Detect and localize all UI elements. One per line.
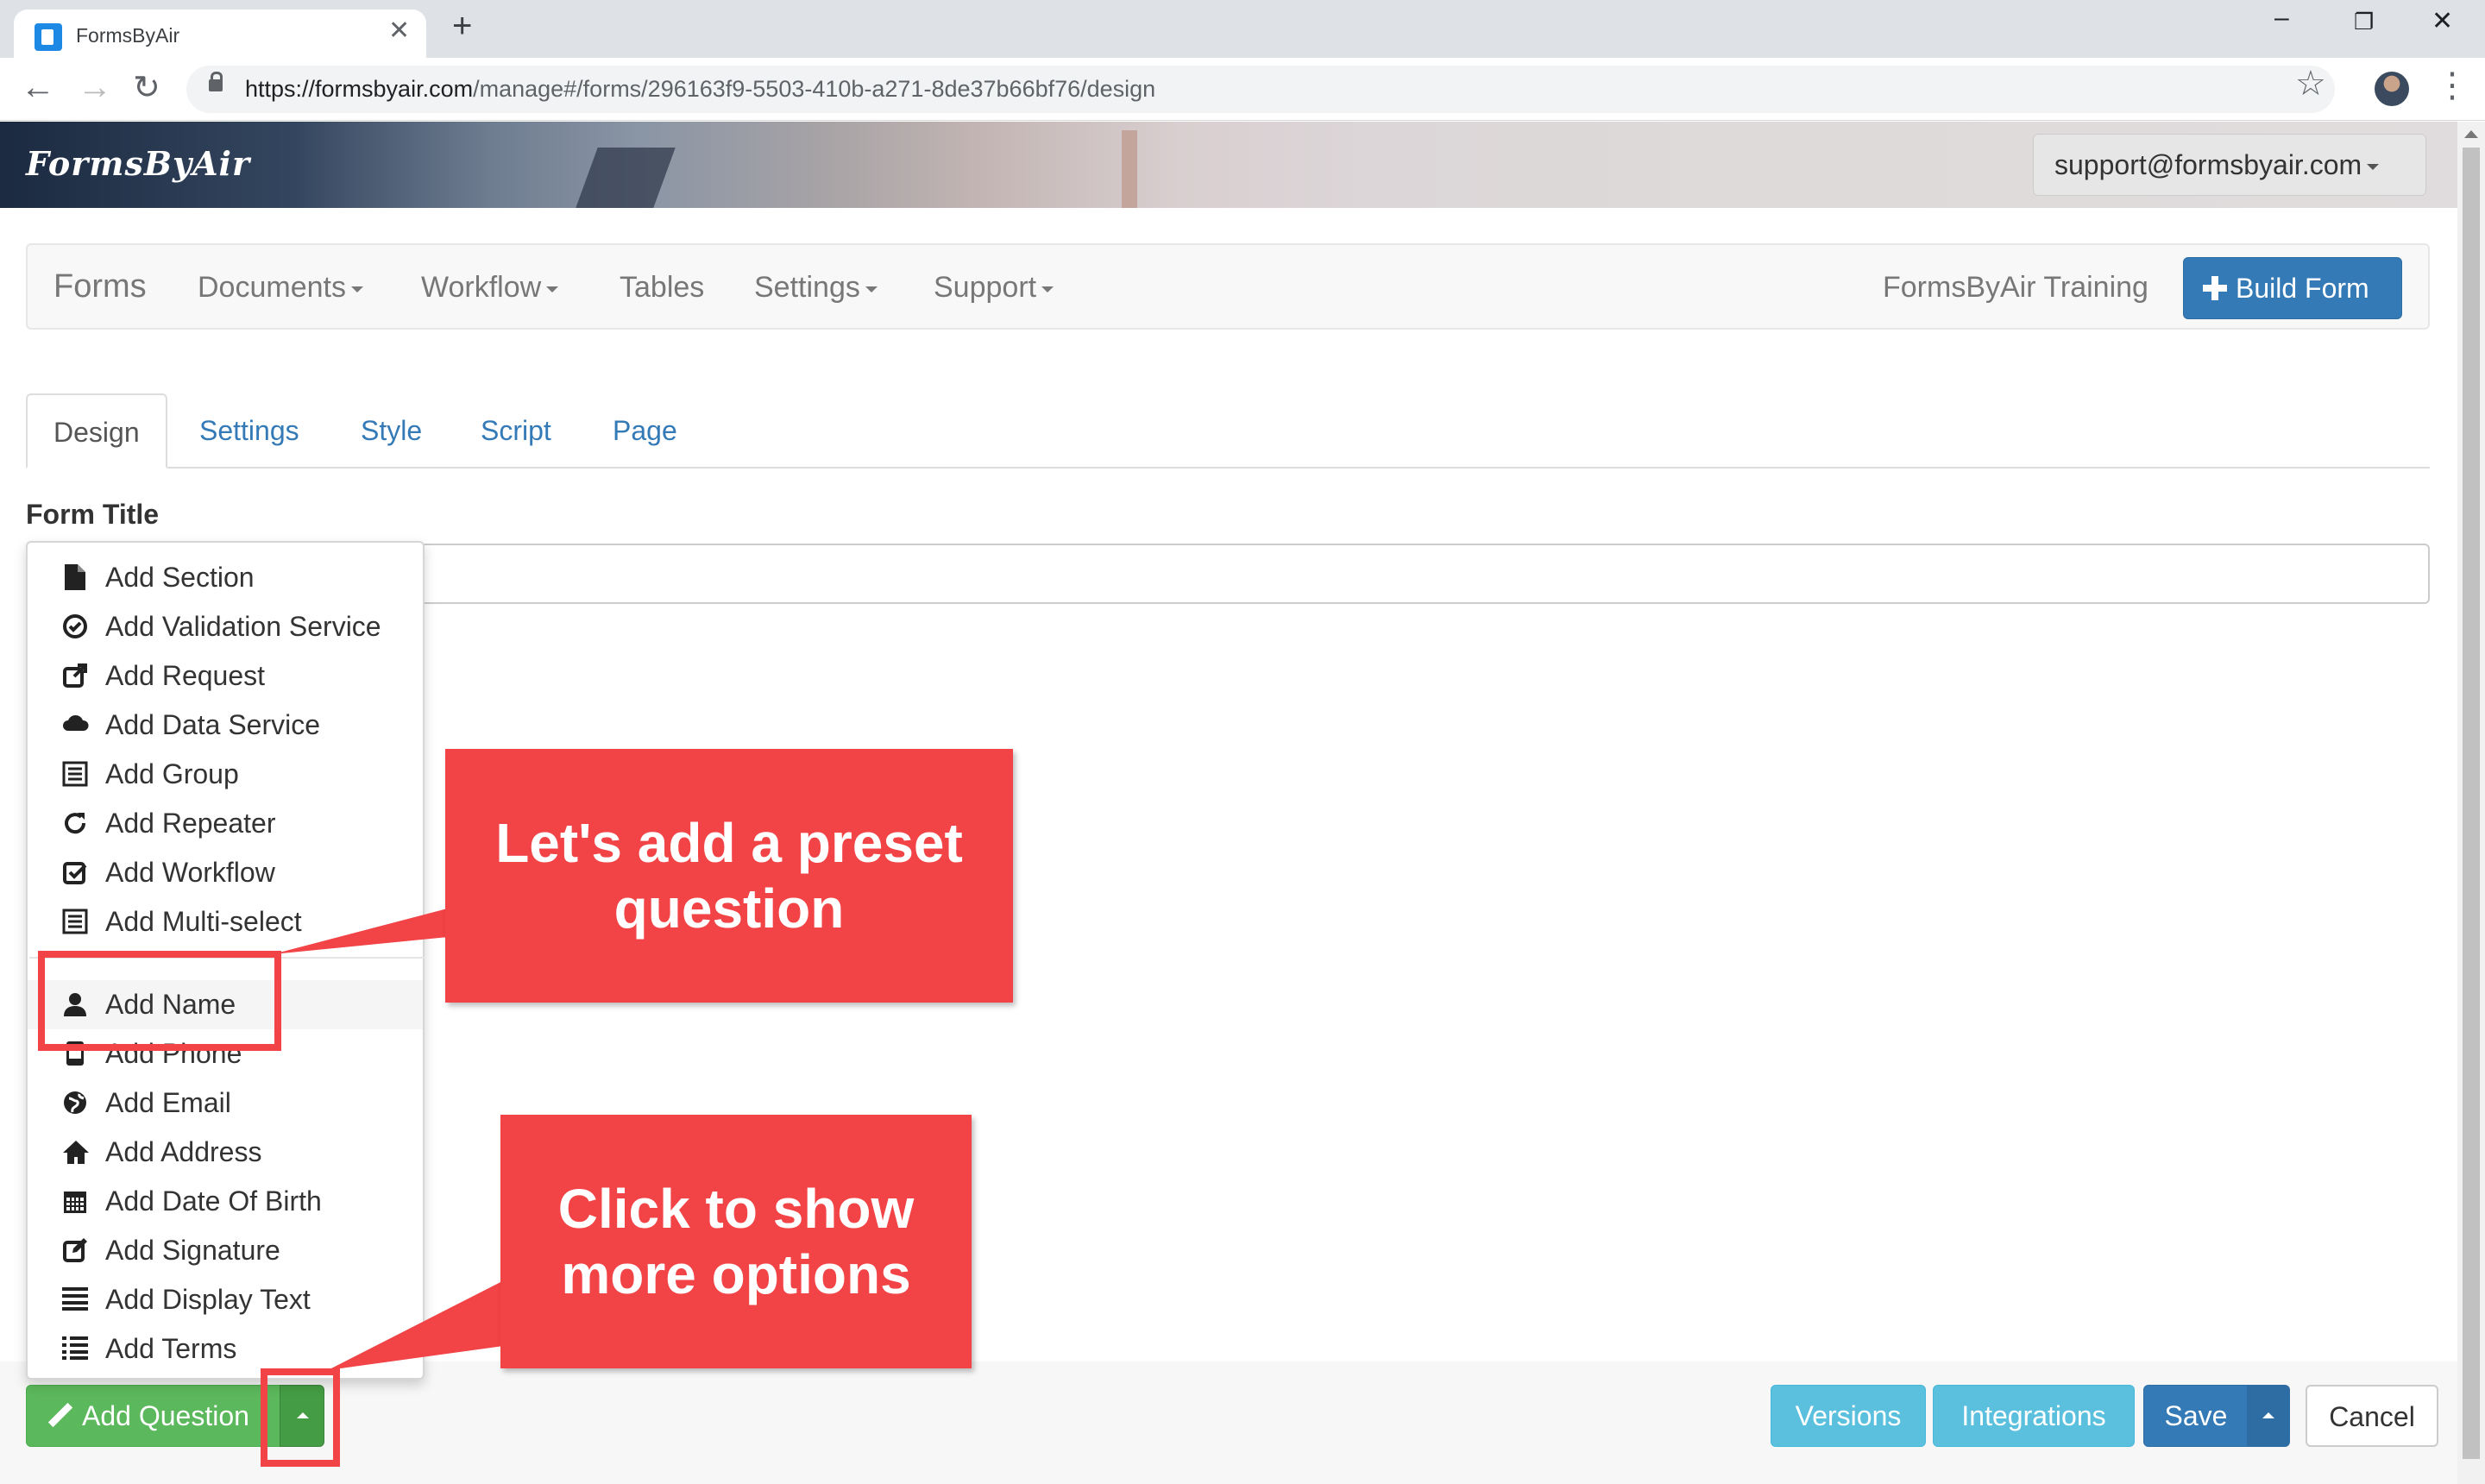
highlight-add-name (38, 951, 281, 1051)
preset-question-callout: Let's add a preset question (445, 749, 1013, 1003)
callout-pointers (273, 906, 535, 1370)
more-options-callout: Click to show more options (500, 1115, 972, 1368)
highlight-dropdown-toggle (261, 1368, 340, 1467)
